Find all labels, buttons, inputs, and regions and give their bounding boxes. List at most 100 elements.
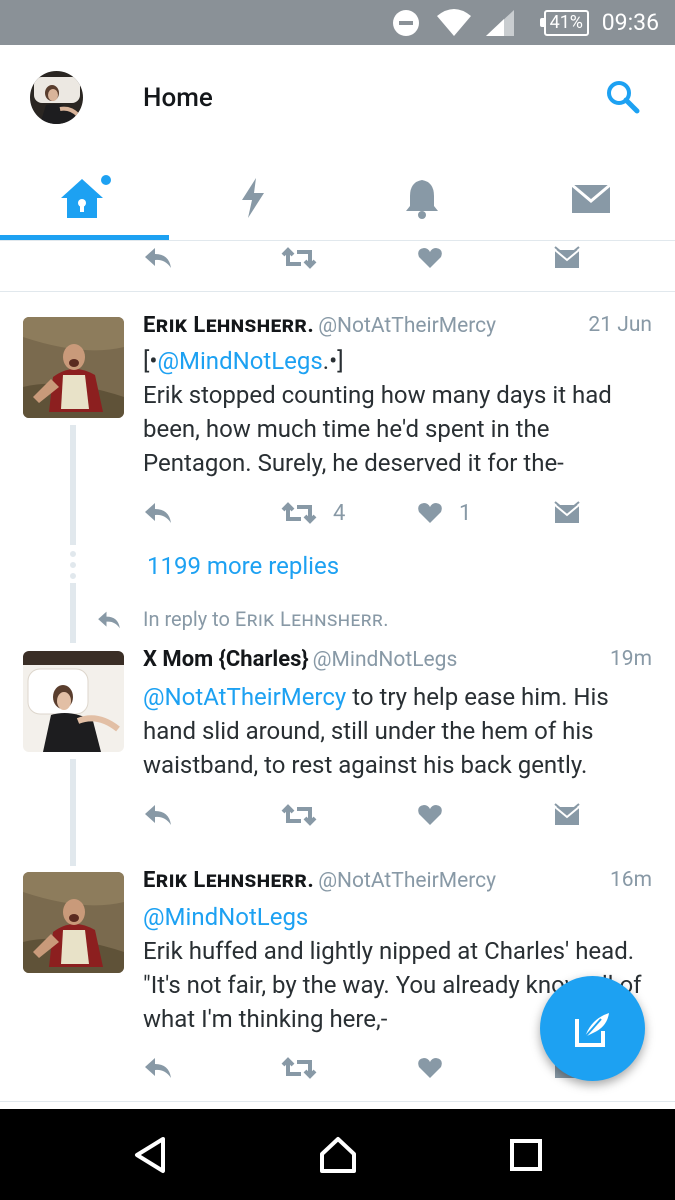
tweet-header: X Mom {Charles} @MindNotLegs 19m: [143, 647, 652, 677]
active-tab-indicator: [0, 235, 169, 240]
thread-gap: [70, 551, 76, 579]
envelope-icon: [570, 183, 611, 213]
tab-messages[interactable]: [506, 155, 675, 240]
reply-icon: [145, 503, 171, 523]
more-replies-link[interactable]: 1199 more replies: [147, 552, 339, 580]
tweet-actions: [0, 241, 675, 278]
back-icon: [135, 1136, 165, 1173]
retweet-button[interactable]: 4: [281, 493, 345, 533]
compose-icon: [574, 1012, 609, 1047]
tweet-body: Erik stopped counting how many days it h…: [143, 381, 612, 477]
bell-icon: [405, 179, 438, 219]
mention-link[interactable]: @MindNotLegs: [143, 903, 308, 931]
avatar[interactable]: [23, 651, 124, 752]
tweet-text: [•@MindNotLegs.•] Erik stopped counting …: [143, 344, 658, 480]
mention-link[interactable]: @NotAtTheirMercy: [143, 683, 346, 711]
signal-icon: [484, 0, 516, 45]
tweet-header: Erik Lehnsherr. @NotAtTheirMercy 16m: [143, 868, 652, 898]
reply-icon: [145, 1058, 171, 1078]
status-bar: 41% 09:36: [0, 0, 675, 45]
reply-icon: [145, 248, 171, 268]
retweet-icon: [281, 804, 317, 826]
lightning-icon: [242, 177, 265, 218]
tab-bar: [0, 155, 675, 241]
divider: [0, 1101, 675, 1102]
do-not-disturb-icon: [392, 0, 420, 45]
handle[interactable]: @NotAtTheirMercy: [318, 314, 496, 338]
retweet-icon: [281, 502, 317, 524]
tab-notifications[interactable]: [338, 155, 507, 240]
retweet-count: 4: [333, 500, 346, 526]
retweet-icon: [281, 247, 317, 269]
timestamp: 21 Jun: [588, 313, 652, 337]
reply-context-prefix: In reply to: [143, 607, 235, 631]
reply-button[interactable]: [143, 1048, 173, 1088]
battery-indicator: 41%: [539, 0, 589, 45]
reply-button[interactable]: [143, 795, 173, 835]
tweet-actions: [0, 795, 675, 835]
home-outline-icon: [320, 1136, 356, 1173]
tweet-header: Erik Lehnsherr. @NotAtTheirMercy 21 Jun: [143, 313, 652, 343]
like-button[interactable]: [417, 1048, 443, 1088]
reply-context: In reply to Erik Lehnsherr.: [143, 607, 389, 631]
page-title: Home: [143, 83, 213, 113]
home-icon: [61, 174, 112, 218]
thread-line: [70, 583, 76, 643]
reply-button[interactable]: [143, 241, 173, 278]
heart-icon: [418, 503, 442, 523]
avatar[interactable]: [23, 317, 124, 418]
heart-icon: [418, 805, 442, 825]
divider: [0, 291, 675, 292]
wifi-icon: [436, 0, 472, 45]
reply-context-name[interactable]: Erik Lehnsherr.: [235, 607, 389, 631]
tab-moments[interactable]: [169, 155, 338, 240]
display-name[interactable]: Erik Lehnsherr.: [143, 313, 314, 338]
system-nav-bar: [0, 1109, 675, 1200]
home-system-button[interactable]: [288, 1109, 388, 1200]
compose-tweet-button[interactable]: [540, 976, 645, 1081]
retweet-button[interactable]: [281, 795, 317, 835]
like-button[interactable]: [417, 795, 443, 835]
retweet-button[interactable]: [281, 1048, 317, 1088]
like-button[interactable]: 1: [417, 493, 471, 533]
handle[interactable]: @MindNotLegs: [313, 648, 458, 672]
display-name[interactable]: X Mom {Charles}: [143, 647, 309, 672]
display-name[interactable]: Erik Lehnsherr.: [143, 868, 314, 893]
heart-icon: [418, 248, 442, 268]
avatar[interactable]: [23, 872, 124, 973]
recents-button[interactable]: [476, 1109, 576, 1200]
timestamp: 16m: [609, 868, 652, 892]
tab-home[interactable]: [0, 155, 169, 240]
like-count: 1: [459, 500, 472, 526]
heart-icon: [418, 1058, 442, 1078]
dm-button[interactable]: [553, 493, 581, 533]
battery-icon: 41%: [539, 9, 589, 36]
envelope-icon: [554, 246, 580, 268]
app-header: Home: [0, 45, 675, 155]
tweet-actions: 4 1: [0, 493, 675, 533]
like-button[interactable]: [417, 241, 443, 278]
profile-avatar[interactable]: [30, 71, 83, 124]
text-prefix: [•: [143, 347, 158, 375]
square-icon: [510, 1138, 542, 1171]
clock: 09:36: [601, 9, 659, 36]
reply-icon: [98, 611, 120, 629]
mention-link[interactable]: @MindNotLegs: [157, 347, 322, 375]
battery-level: 41%: [549, 11, 583, 33]
dm-button[interactable]: [553, 795, 581, 835]
envelope-icon: [554, 501, 580, 523]
reply-button[interactable]: [143, 493, 173, 533]
text-suffix: .•]: [322, 347, 344, 375]
search-icon: [607, 81, 640, 114]
tweet-text: @NotAtTheirMercy to try help ease him. H…: [143, 680, 658, 782]
envelope-icon: [554, 803, 580, 825]
search-button[interactable]: [605, 79, 641, 115]
dm-button[interactable]: [553, 241, 581, 278]
back-button[interactable]: [100, 1109, 200, 1200]
retweet-icon: [281, 1057, 317, 1079]
handle[interactable]: @NotAtTheirMercy: [318, 869, 496, 893]
reply-icon: [145, 805, 171, 825]
timestamp: 19m: [609, 647, 652, 671]
retweet-button[interactable]: [281, 241, 317, 278]
reply-context-icon: [96, 610, 122, 634]
